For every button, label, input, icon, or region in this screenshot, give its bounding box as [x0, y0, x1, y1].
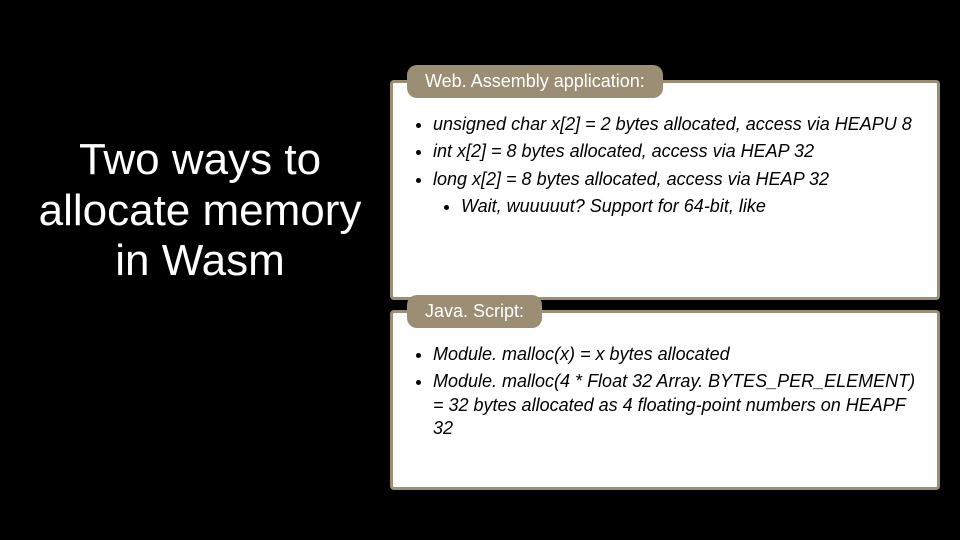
panel-wasm-label: Web. Assembly application: [407, 65, 663, 98]
slide: Two ways to allocate memory in Wasm Web.… [0, 0, 960, 540]
list-item: long x[2] = 8 bytes allocated, access vi… [433, 168, 919, 191]
list-item: Module. malloc(4 * Float 32 Array. BYTES… [433, 370, 919, 440]
list-item: Wait, wuuuuut? Support for 64-bit, like [461, 195, 919, 218]
panel-js: Java. Script: Module. malloc(x) = x byte… [390, 310, 940, 490]
panel-wasm-list: unsigned char x[2] = 2 bytes allocated, … [411, 113, 919, 219]
list-item: Module. malloc(x) = x bytes allocated [433, 343, 919, 366]
panel-wasm: Web. Assembly application: unsigned char… [390, 80, 940, 300]
list-item: int x[2] = 8 bytes allocated, access via… [433, 140, 919, 163]
panel-js-list: Module. malloc(x) = x bytes allocated Mo… [411, 343, 919, 441]
slide-title: Two ways to allocate memory in Wasm [30, 135, 370, 287]
list-item: unsigned char x[2] = 2 bytes allocated, … [433, 113, 919, 136]
panel-wasm-sublist: Wait, wuuuuut? Support for 64-bit, like [433, 195, 919, 218]
panel-js-label: Java. Script: [407, 295, 542, 328]
